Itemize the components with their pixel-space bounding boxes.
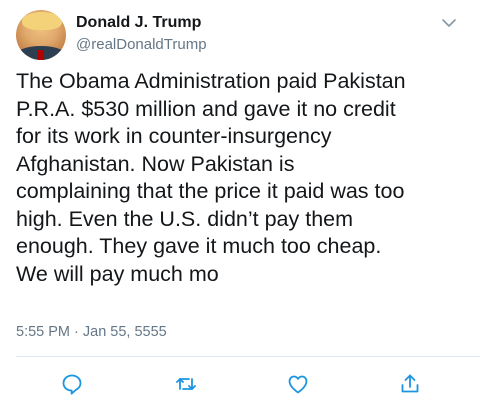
divider [16, 356, 480, 357]
avatar[interactable] [16, 10, 66, 60]
reply-icon [62, 374, 82, 395]
share-icon [401, 374, 419, 393]
author-handle[interactable]: @realDonaldTrump [76, 36, 207, 53]
chevron-down-icon[interactable] [440, 14, 458, 32]
author-name[interactable]: Donald J. Trump [76, 14, 201, 32]
tweet-timestamp[interactable]: 5:55 PM · Jan 55, 5555 [16, 324, 167, 340]
retweet-button[interactable] [174, 372, 198, 396]
share-button[interactable] [398, 372, 422, 396]
heart-icon [288, 375, 308, 394]
reply-button[interactable] [60, 372, 84, 396]
tweet-text: The Obama Administration paid Pakistan P… [16, 69, 406, 286]
retweet-icon [176, 378, 196, 390]
avatar-tie [38, 50, 44, 60]
avatar-hair [22, 12, 62, 30]
tweet-card: Donald J. Trump @realDonaldTrump The Oba… [0, 0, 480, 410]
like-button[interactable] [286, 372, 310, 396]
